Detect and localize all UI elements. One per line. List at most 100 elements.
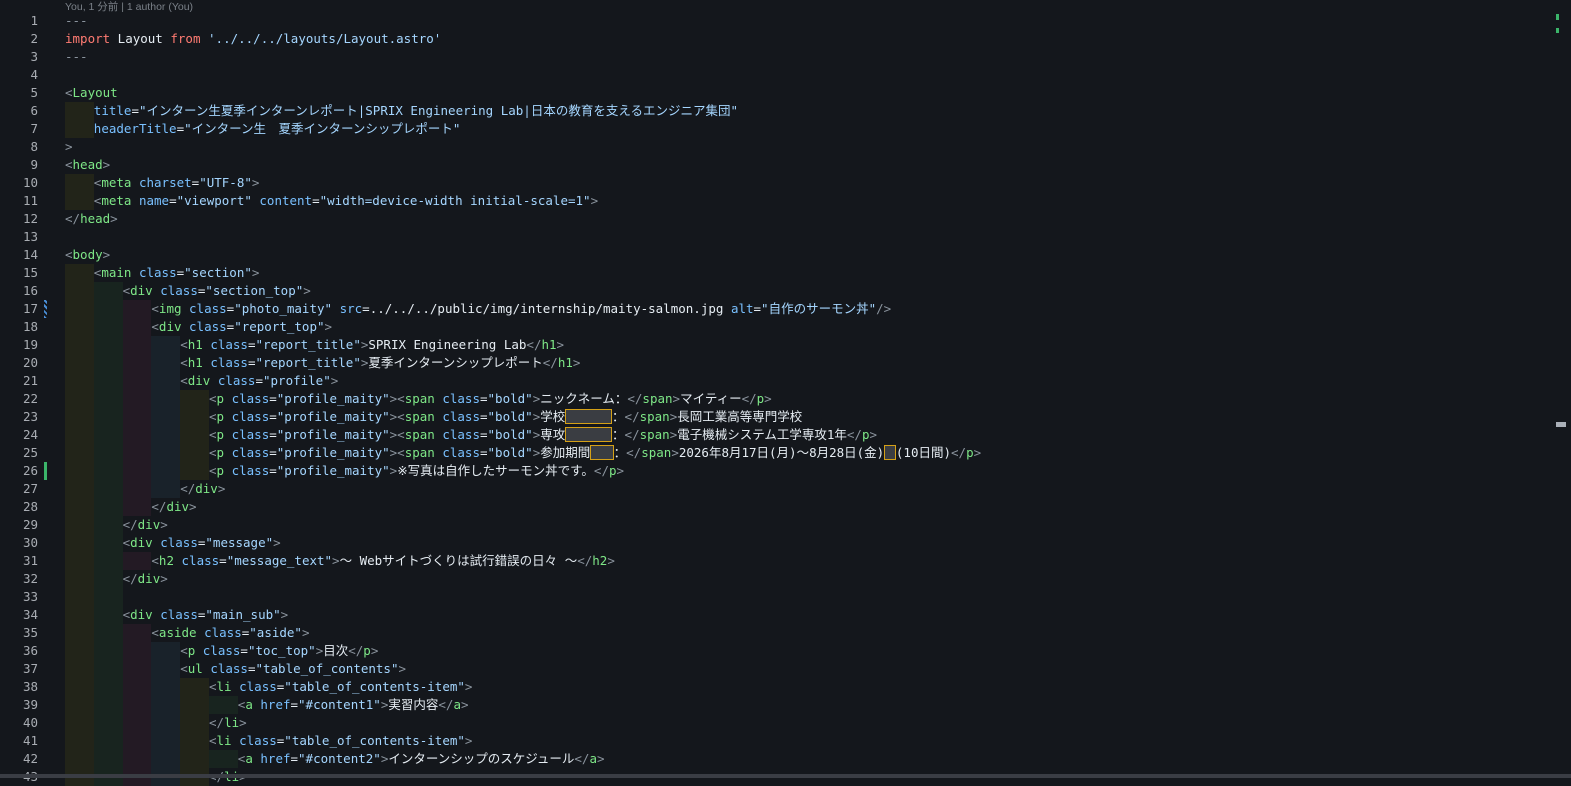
line-number[interactable]: 4	[0, 66, 38, 84]
code-line[interactable]: 24 <p class="profile_maity"><span class="…	[0, 426, 1540, 444]
code-text[interactable]: <p class="profile_maity"><span class="bo…	[209, 444, 981, 462]
code-line[interactable]: 1 ---	[0, 12, 1540, 30]
code-text[interactable]: <div class="profile">	[180, 372, 338, 390]
line-number[interactable]: 36	[0, 642, 38, 660]
code-text[interactable]: </li>	[209, 714, 247, 732]
code-text[interactable]: <a href="#content1">実習内容</a>	[238, 696, 469, 714]
code-text[interactable]: <aside class="aside">	[151, 624, 309, 642]
code-text[interactable]: <main class="section">	[94, 264, 260, 282]
code-line[interactable]: 32 </div>	[0, 570, 1540, 588]
code-text[interactable]: <body>	[65, 246, 110, 264]
code-line[interactable]: 6 title="インターン生夏季インターンレポート|SPRIX Engineer…	[0, 102, 1540, 120]
code-line[interactable]: 11 <meta name="viewport" content="width=d…	[0, 192, 1540, 210]
line-number[interactable]: 28	[0, 498, 38, 516]
code-line[interactable]: 13	[0, 228, 1540, 246]
line-number[interactable]: 21	[0, 372, 38, 390]
code-text[interactable]: <Layout	[65, 84, 118, 102]
code-text[interactable]: <h2 class="message_text">〜 Webサイトづくりは試行錯…	[151, 552, 614, 570]
code-text[interactable]: </div>	[151, 498, 196, 516]
line-number[interactable]: 2	[0, 30, 38, 48]
code-line[interactable]: 39 <a href="#content1">実習内容</a>	[0, 696, 1540, 714]
line-number[interactable]: 33	[0, 588, 38, 606]
code-text[interactable]: import Layout from '../../../layouts/Lay…	[65, 30, 441, 48]
line-number[interactable]: 27	[0, 480, 38, 498]
code-line[interactable]: 3 ---	[0, 48, 1540, 66]
line-number[interactable]: 8	[0, 138, 38, 156]
git-blame-annotation[interactable]: You, 1 分前 | 1 author (You)	[65, 0, 193, 13]
line-number[interactable]: 24	[0, 426, 38, 444]
code-text[interactable]: <head>	[65, 156, 110, 174]
line-number[interactable]: 31	[0, 552, 38, 570]
code-text[interactable]: <div class="section_top">	[123, 282, 311, 300]
code-text[interactable]: </div>	[180, 480, 225, 498]
code-text[interactable]: title="インターン生夏季インターンレポート|SPRIX Engineeri…	[94, 102, 738, 120]
code-text[interactable]: <h1 class="report_title">SPRIX Engineeri…	[180, 336, 564, 354]
line-number[interactable]: 10	[0, 174, 38, 192]
code-text[interactable]: <meta charset="UTF-8">	[94, 174, 260, 192]
code-text[interactable]: <a href="#content2">インターンシップのスケジュール</a>	[238, 750, 605, 768]
code-line[interactable]: 33	[0, 588, 1540, 606]
code-line[interactable]: 34 <div class="main_sub">	[0, 606, 1540, 624]
line-number[interactable]: 38	[0, 678, 38, 696]
code-line[interactable]: 22 <p class="profile_maity"><span class="…	[0, 390, 1540, 408]
line-number[interactable]: 3	[0, 48, 38, 66]
line-number[interactable]: 16	[0, 282, 38, 300]
line-number[interactable]: 19	[0, 336, 38, 354]
line-number[interactable]: 7	[0, 120, 38, 138]
line-number[interactable]: 22	[0, 390, 38, 408]
line-number[interactable]: 41	[0, 732, 38, 750]
line-number[interactable]: 26	[0, 462, 38, 480]
line-number[interactable]: 14	[0, 246, 38, 264]
code-line[interactable]: 18 <div class="report_top">	[0, 318, 1540, 336]
code-text[interactable]: <h1 class="report_title">夏季インターンシップレポート<…	[180, 354, 580, 372]
code-line[interactable]: 8 >	[0, 138, 1540, 156]
code-line[interactable]: 42 <a href="#content2">インターンシップのスケジュール</a…	[0, 750, 1540, 768]
code-line[interactable]: 38 <li class="table_of_contents-item">	[0, 678, 1540, 696]
code-line[interactable]: 19 <h1 class="report_title">SPRIX Enginee…	[0, 336, 1540, 354]
line-number[interactable]: 42	[0, 750, 38, 768]
code-line[interactable]: 9 <head>	[0, 156, 1540, 174]
code-line[interactable]: 29 </div>	[0, 516, 1540, 534]
code-text[interactable]: <p class="profile_maity"><span class="bo…	[209, 408, 802, 426]
horizontal-scrollbar[interactable]	[0, 774, 1571, 778]
code-text[interactable]: <ul class="table_of_contents">	[180, 660, 406, 678]
code-text[interactable]: <li class="table_of_contents-item">	[209, 732, 472, 750]
line-number[interactable]: 18	[0, 318, 38, 336]
code-line[interactable]: 17 <img class="photo_maity" src=../../../…	[0, 300, 1540, 318]
line-number[interactable]: 32	[0, 570, 38, 588]
code-line[interactable]: 30 <div class="message">	[0, 534, 1540, 552]
code-line[interactable]: 35 <aside class="aside">	[0, 624, 1540, 642]
code-text[interactable]: <p class="profile_maity"><span class="bo…	[209, 390, 772, 408]
code-line[interactable]: 20 <h1 class="report_title">夏季インターンシップレポー…	[0, 354, 1540, 372]
line-number[interactable]: 13	[0, 228, 38, 246]
code-text[interactable]: <li class="table_of_contents-item">	[209, 678, 472, 696]
code-line[interactable]: 23 <p class="profile_maity"><span class="…	[0, 408, 1540, 426]
code-line[interactable]: 14 <body>	[0, 246, 1540, 264]
code-text[interactable]: <p class="profile_maity">※写真は自作したサーモン丼です…	[209, 462, 624, 480]
code-text[interactable]: <div class="main_sub">	[123, 606, 289, 624]
code-text[interactable]: headerTitle="インターン生 夏季インターンシップレポート"	[94, 120, 461, 138]
code-text[interactable]: </div>	[123, 516, 168, 534]
line-number[interactable]: 11	[0, 192, 38, 210]
code-text[interactable]: <div class="message">	[123, 534, 281, 552]
code-line[interactable]: 10 <meta charset="UTF-8">	[0, 174, 1540, 192]
line-number[interactable]: 34	[0, 606, 38, 624]
git-modified-indicator[interactable]	[44, 300, 47, 318]
code-text[interactable]: ---	[65, 12, 88, 30]
line-number[interactable]: 35	[0, 624, 38, 642]
line-number[interactable]: 1	[0, 12, 38, 30]
scrollbar[interactable]	[1555, 0, 1563, 778]
code-line[interactable]: 41 <li class="table_of_contents-item">	[0, 732, 1540, 750]
line-number[interactable]: 12	[0, 210, 38, 228]
code-line[interactable]: 16 <div class="section_top">	[0, 282, 1540, 300]
code-text[interactable]: <img class="photo_maity" src=../../../pu…	[151, 300, 891, 318]
code-line[interactable]: 36 <p class="toc_top">目次</p>	[0, 642, 1540, 660]
line-number[interactable]: 20	[0, 354, 38, 372]
line-number[interactable]: 23	[0, 408, 38, 426]
code-text[interactable]: <p class="toc_top">目次</p>	[180, 642, 378, 660]
code-text[interactable]: ---	[65, 48, 88, 66]
line-number[interactable]: 6	[0, 102, 38, 120]
code-line[interactable]: 40 </li>	[0, 714, 1540, 732]
code-line[interactable]: 4	[0, 66, 1540, 84]
code-text[interactable]: <meta name="viewport" content="width=dev…	[94, 192, 598, 210]
